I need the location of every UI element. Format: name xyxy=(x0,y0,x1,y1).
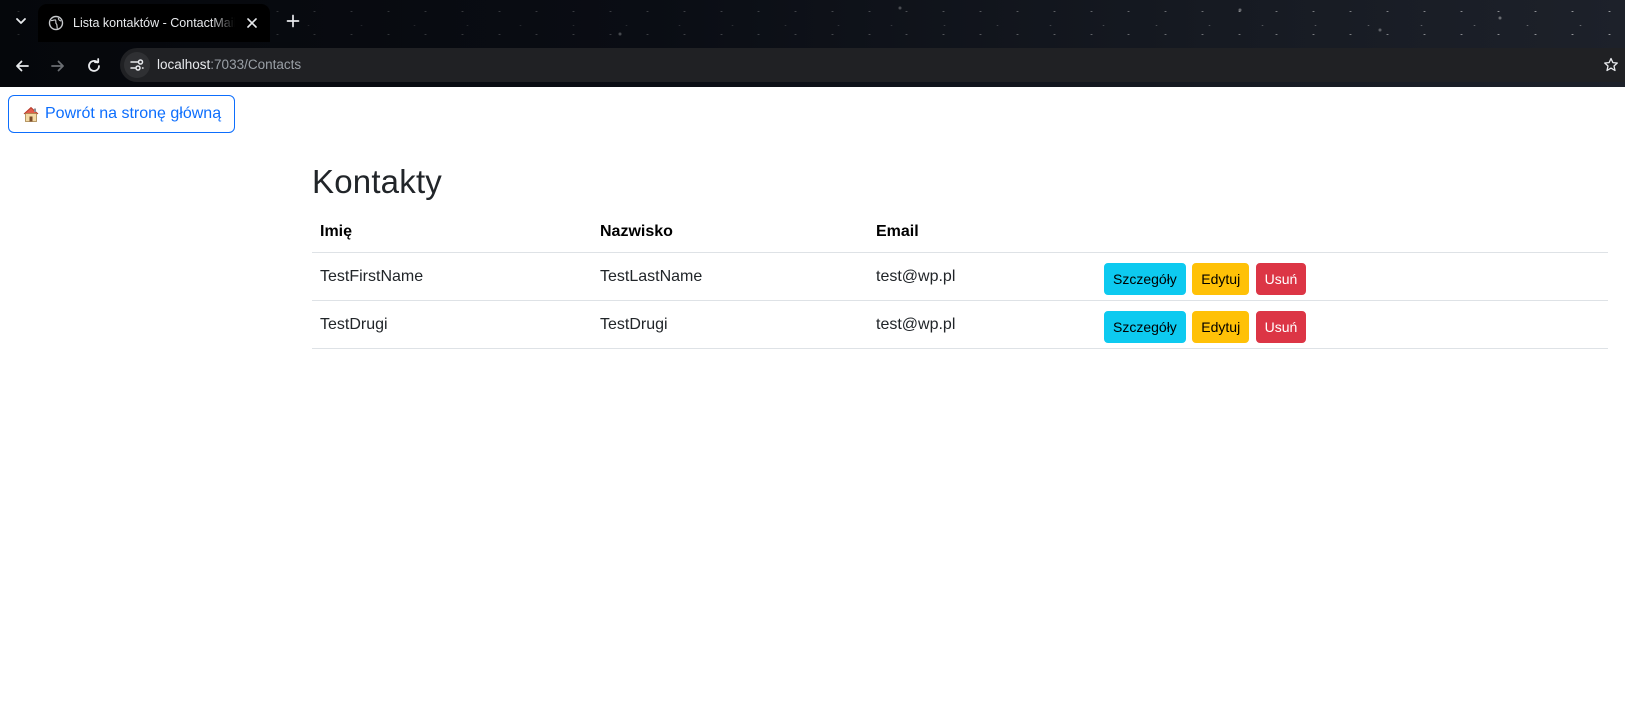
browser-toolbar: localhost:7033/Contacts xyxy=(0,45,1625,87)
url-text[interactable]: localhost:7033/Contacts xyxy=(157,57,301,72)
forward-button[interactable] xyxy=(45,53,71,79)
browser-tab-active[interactable]: Lista kontaktów - ContactMailer xyxy=(38,4,270,42)
tab-search-button[interactable] xyxy=(10,10,32,32)
details-button[interactable]: Szczegóły xyxy=(1104,310,1186,343)
page-title: Kontakty xyxy=(312,163,443,200)
contacts-table: Imię Nazwisko Email TestFirstName TestLa… xyxy=(312,212,1608,349)
plus-icon xyxy=(286,14,300,28)
back-arrow-icon xyxy=(16,60,29,72)
cell-last-name: TestDrugi xyxy=(592,300,868,349)
cell-actions: Szczegóły Edytuj Usuń xyxy=(1096,300,1608,349)
bookmark-star-icon xyxy=(1604,57,1618,72)
home-button[interactable]: Powrót na stronę główną xyxy=(8,95,235,133)
header-first-name: Imię xyxy=(312,212,592,253)
delete-button[interactable]: Usuń xyxy=(1255,310,1307,343)
edit-button[interactable]: Edytuj xyxy=(1192,262,1250,295)
header-email: Email xyxy=(868,212,1096,253)
cell-actions: Szczegóły Edytuj Usuń xyxy=(1096,252,1608,301)
site-info-button[interactable] xyxy=(124,52,150,78)
table-header-row: Imię Nazwisko Email xyxy=(312,212,1608,253)
chevron-down-icon xyxy=(16,18,26,24)
home-button-label: Powrót na stronę główną xyxy=(45,105,222,122)
header-actions xyxy=(1096,212,1608,253)
delete-button[interactable]: Usuń xyxy=(1255,262,1307,295)
globe-icon xyxy=(48,15,64,31)
url-path: :7033/Contacts xyxy=(210,57,302,72)
cell-email: test@wp.pl xyxy=(868,300,1096,349)
site-settings-icon xyxy=(130,59,144,71)
bookmark-button[interactable] xyxy=(1601,55,1621,75)
back-button[interactable] xyxy=(9,53,35,79)
browser-chrome: Lista kontaktów - ContactMailer localhos… xyxy=(0,0,1625,87)
house-icon xyxy=(21,104,41,124)
cell-last-name: TestLastName xyxy=(592,252,868,301)
table-row: TestFirstName TestLastName test@wp.pl Sz… xyxy=(312,252,1608,301)
tab-title: Lista kontaktów - ContactMailer xyxy=(73,16,235,30)
close-icon[interactable] xyxy=(244,15,260,31)
header-last-name: Nazwisko xyxy=(592,212,868,253)
table-row: TestDrugi TestDrugi test@wp.pl Szczegóły… xyxy=(312,300,1608,349)
reload-button[interactable] xyxy=(81,53,107,79)
cell-first-name: TestFirstName xyxy=(312,252,592,301)
details-button[interactable]: Szczegóły xyxy=(1104,262,1186,295)
reload-icon xyxy=(88,58,100,72)
forward-arrow-icon xyxy=(51,60,64,72)
address-bar[interactable]: localhost:7033/Contacts xyxy=(120,48,1625,82)
new-tab-button[interactable] xyxy=(282,10,304,32)
edit-button[interactable]: Edytuj xyxy=(1192,310,1250,343)
cell-first-name: TestDrugi xyxy=(312,300,592,349)
url-host: localhost xyxy=(157,57,211,72)
cell-email: test@wp.pl xyxy=(868,252,1096,301)
